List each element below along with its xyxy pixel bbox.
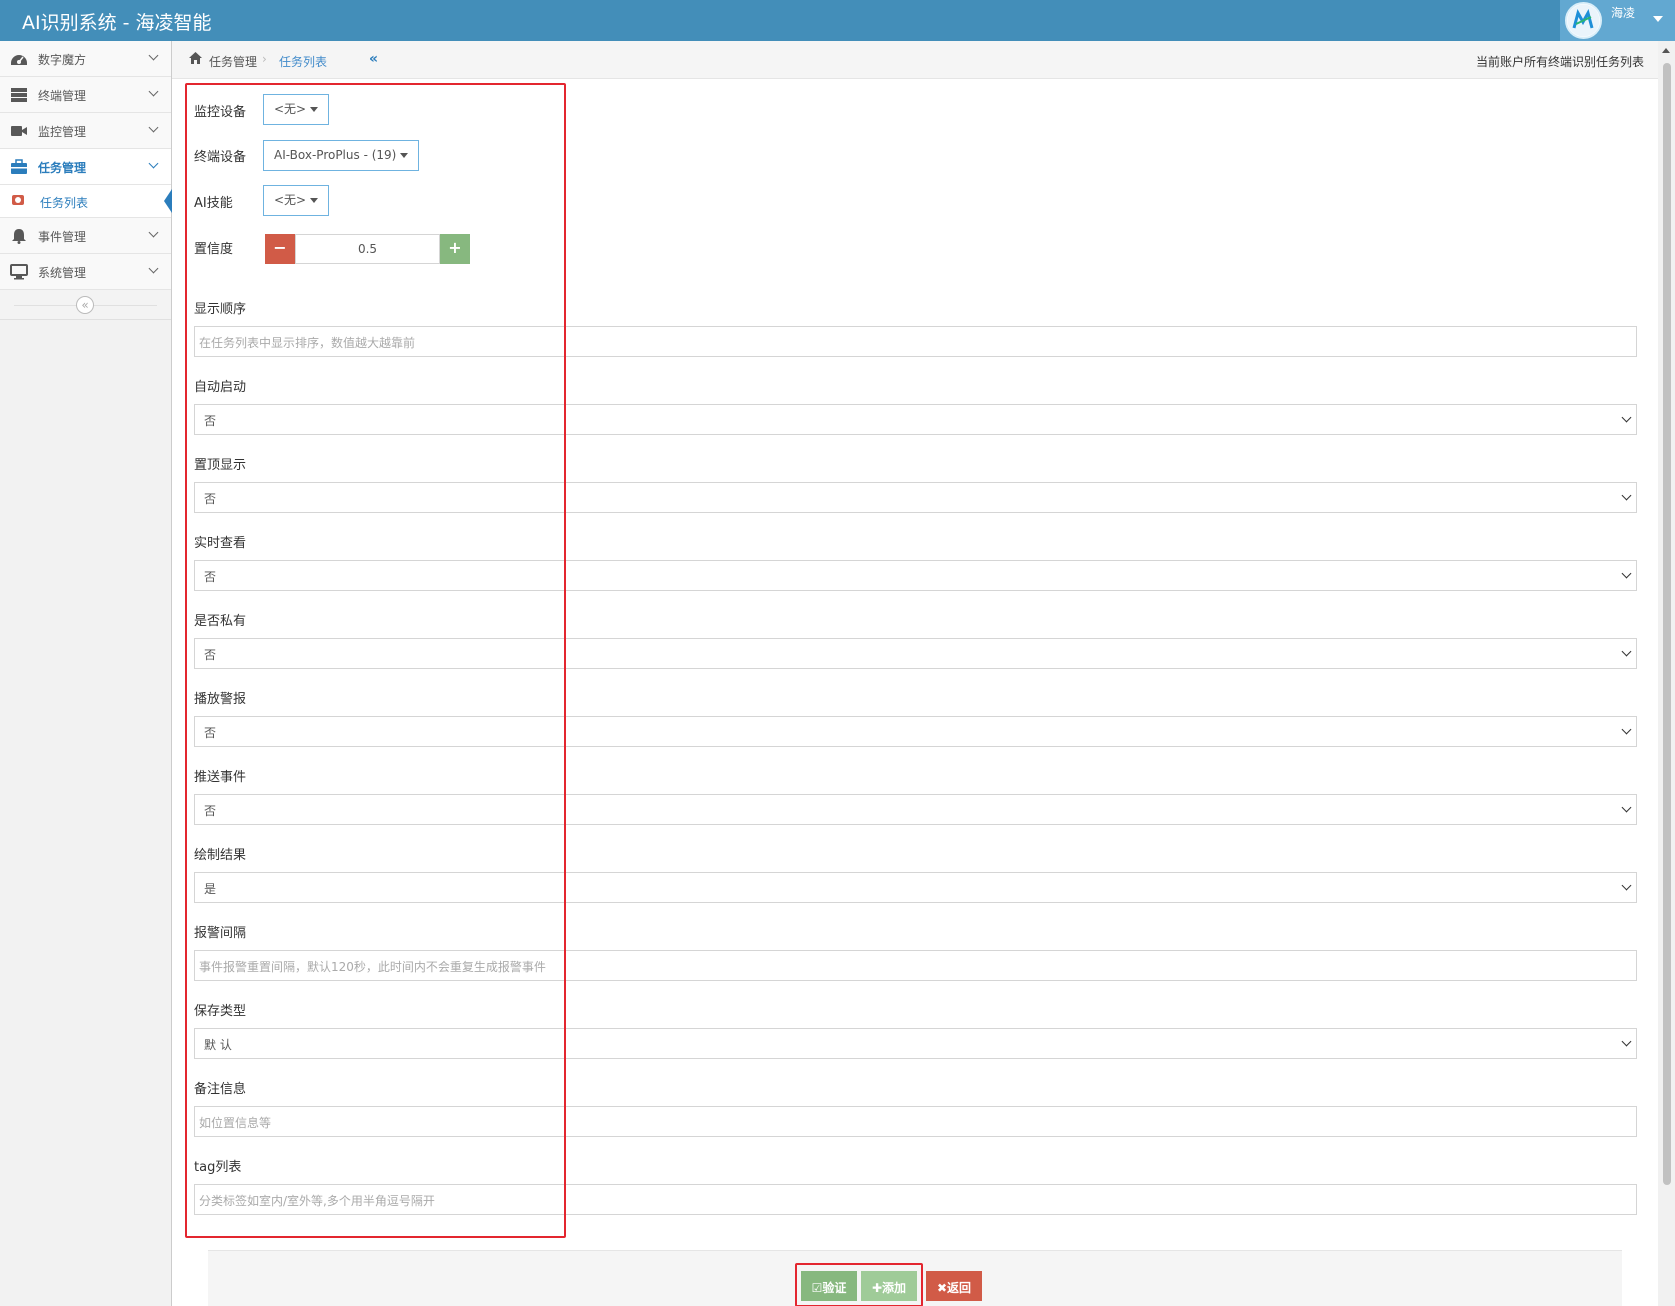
chevron-down-icon <box>148 227 159 238</box>
collapse-left-icon[interactable]: « <box>369 51 378 67</box>
sidebar-item-terminal[interactable]: 终端管理 <box>0 77 171 113</box>
app-title[interactable]: AI识别系统 - 海凌智能 <box>22 8 212 35</box>
logo-icon <box>1567 4 1600 37</box>
sidebar-item-label: 事件管理 <box>38 230 87 244</box>
avatar[interactable] <box>1565 2 1602 39</box>
breadcrumb-level2[interactable]: 任务列表 <box>279 53 327 70</box>
chevron-down-icon <box>1621 880 1632 891</box>
top-navbar: AI识别系统 - 海凌智能 海凌 <box>0 0 1675 41</box>
video-camera-icon <box>11 126 27 136</box>
chevron-down-icon <box>1621 412 1632 423</box>
chevron-down-icon <box>1621 724 1632 735</box>
breadcrumb-level1[interactable]: 任务管理 <box>209 53 257 70</box>
chevron-down-icon <box>148 50 159 61</box>
chevron-down-icon <box>1621 802 1632 813</box>
desktop-icon <box>10 264 28 280</box>
sidebar-item-label: 数字魔方 <box>38 53 87 67</box>
double-chevron-left-icon[interactable]: « <box>76 296 94 314</box>
chevron-down-icon <box>148 122 159 133</box>
sidebar-subitem-task-list[interactable]: 任务列表 <box>0 185 172 218</box>
briefcase-icon <box>11 159 27 174</box>
chevron-down-icon <box>1621 568 1632 579</box>
chevron-down-icon <box>148 86 159 97</box>
caret-down-icon[interactable] <box>1653 16 1663 22</box>
sidebar-item-system[interactable]: 系统管理 <box>0 254 171 290</box>
chevron-down-icon <box>148 263 159 274</box>
sidebar: 数字魔方 终端管理 监控管理 任务管理 任务列表 事件管理 系统管理 « <box>0 41 172 1306</box>
server-icon <box>11 88 27 102</box>
sidebar-item-monitor[interactable]: 监控管理 <box>0 113 171 149</box>
page-description: 当前账户所有终端识别任务列表 <box>1475 55 1644 69</box>
sidebar-collapse-row: « <box>0 290 171 320</box>
buttons-highlight-box <box>795 1263 923 1306</box>
sidebar-item-dashboard[interactable]: 数字魔方 <box>0 41 171 77</box>
form-actions: ☑验证 ✚添加 ✖返回 <box>208 1250 1622 1306</box>
camera-icon <box>12 195 24 205</box>
user-name: 海凌 <box>1611 6 1636 20</box>
chevron-down-icon <box>148 158 159 169</box>
breadcrumb: 任务管理 › 任务列表 « 当前账户所有终端识别任务列表 <box>172 41 1658 79</box>
bell-icon <box>12 229 26 244</box>
sidebar-item-event[interactable]: 事件管理 <box>0 218 171 254</box>
sidebar-item-task[interactable]: 任务管理 <box>0 149 171 185</box>
home-icon[interactable] <box>188 51 203 65</box>
form-highlight-box <box>185 83 566 1238</box>
scrollbar-thumb[interactable] <box>1663 63 1671 1185</box>
sidebar-item-label: 终端管理 <box>38 89 87 103</box>
sidebar-subitem-label: 任务列表 <box>40 196 89 210</box>
back-button[interactable]: ✖返回 <box>926 1271 982 1301</box>
chevron-down-icon <box>1621 646 1632 657</box>
scroll-up-arrow-icon[interactable] <box>1662 48 1670 53</box>
user-menu[interactable]: 海凌 <box>1560 0 1675 41</box>
sidebar-item-label: 监控管理 <box>38 125 87 139</box>
chevron-down-icon <box>1621 1036 1632 1047</box>
dashboard-icon <box>11 55 27 65</box>
chevron-down-icon <box>1621 490 1632 501</box>
breadcrumb-separator: › <box>262 52 267 66</box>
task-form: 监控设备 <无> 终端设备 AI-Box-ProPlus - (19) AI技能… <box>172 79 1658 1306</box>
active-marker <box>164 189 172 213</box>
page-scrollbar[interactable] <box>1658 41 1675 1306</box>
sidebar-item-label: 系统管理 <box>38 266 87 280</box>
sidebar-item-label: 任务管理 <box>38 161 87 175</box>
